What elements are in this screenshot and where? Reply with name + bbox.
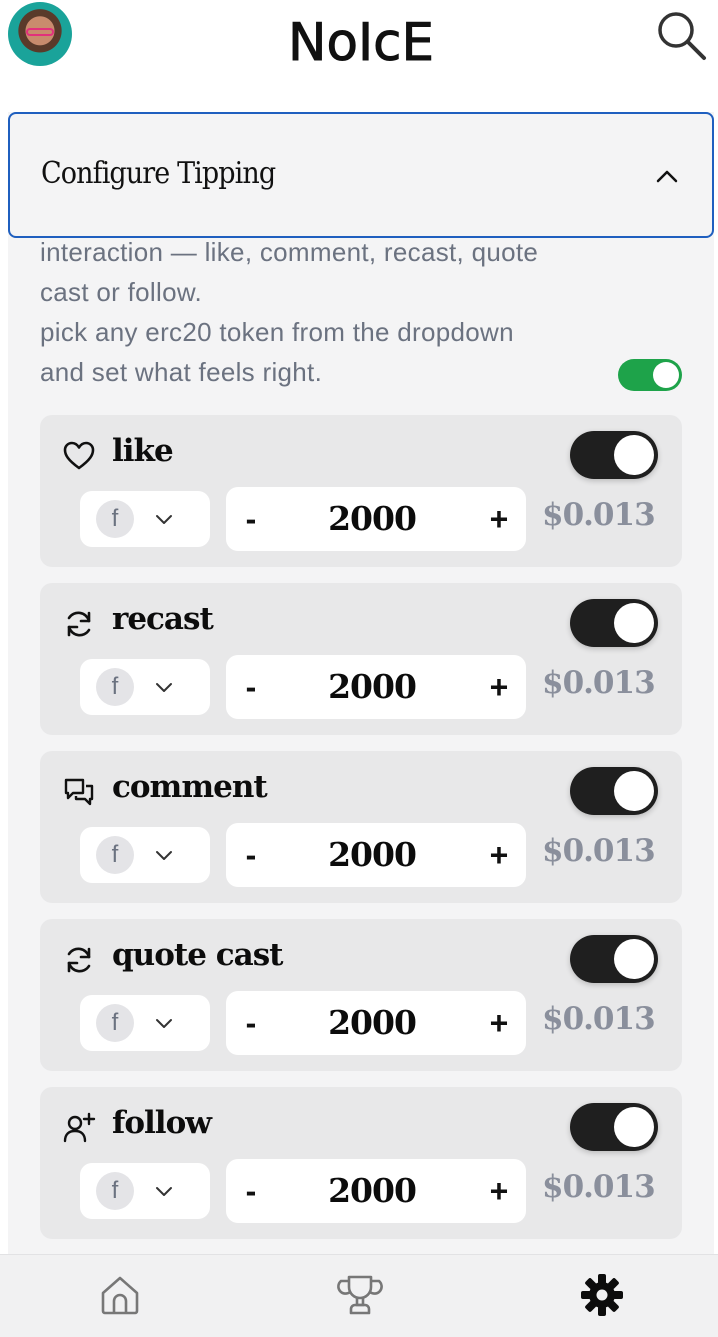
increment-button[interactable]: + (474, 823, 524, 887)
usd-value: $0.013 (542, 665, 656, 701)
toggle-knob (614, 435, 654, 475)
chevron-down-icon (156, 1019, 172, 1028)
tip-toggle-like[interactable] (570, 431, 658, 479)
decrement-button[interactable]: - (226, 655, 276, 719)
increment-button[interactable]: + (474, 991, 524, 1055)
tip-card-quote-cast: quote cast f - 2000 + $0.013 (40, 919, 682, 1071)
chevron-up-icon[interactable] (654, 164, 680, 190)
search-icon[interactable] (652, 6, 708, 62)
token-badge: f (96, 500, 134, 538)
toggle-knob (614, 1107, 654, 1147)
description-line: pick any erc20 token from the dropdown (40, 317, 514, 347)
description-line: and set what feels right. (40, 357, 323, 387)
settings-gear-icon[interactable] (578, 1271, 626, 1319)
panel-title: Configure Tipping (41, 156, 276, 191)
token-dropdown[interactable]: f (80, 827, 210, 883)
tipping-master-toggle[interactable] (618, 359, 682, 391)
amount-stepper: - 2000 + (226, 655, 526, 719)
tipping-panel: Configure Tipping interaction — like, co… (8, 112, 714, 1254)
avatar-glasses (26, 28, 54, 36)
tip-label: quote cast (112, 937, 283, 973)
increment-button[interactable]: + (474, 655, 524, 719)
recast-icon (67, 611, 91, 637)
tip-card-recast: recast f - 2000 + $0.013 (40, 583, 682, 735)
toggle-knob (614, 603, 654, 643)
amount-input[interactable]: 2000 (276, 655, 468, 719)
token-dropdown[interactable]: f (80, 659, 210, 715)
user-avatar[interactable] (8, 2, 72, 66)
chevron-down-icon (156, 683, 172, 692)
tip-card-comment: comment f - 2000 + $0.013 (40, 751, 682, 903)
increment-button[interactable]: + (474, 1159, 524, 1223)
amount-stepper: - 2000 + (226, 487, 526, 551)
token-badge: f (96, 1004, 134, 1042)
decrement-button[interactable]: - (226, 991, 276, 1055)
usd-value: $0.013 (542, 1001, 656, 1037)
token-badge: f (96, 836, 134, 874)
tip-label: like (112, 433, 174, 469)
follow-icon (63, 1112, 96, 1143)
comment-icon (64, 778, 94, 806)
description-line: cast or follow. (40, 277, 203, 307)
home-icon[interactable] (96, 1271, 144, 1319)
recast-icon (67, 947, 91, 973)
noice-logo: NoIcE (288, 13, 435, 74)
usd-value: $0.013 (542, 833, 656, 869)
usd-value: $0.013 (542, 497, 656, 533)
app-header: NoIcE (0, 0, 718, 110)
amount-input[interactable]: 2000 (276, 823, 468, 887)
token-dropdown[interactable]: f (80, 1163, 210, 1219)
amount-stepper: - 2000 + (226, 1159, 526, 1223)
increment-button[interactable]: + (474, 487, 524, 551)
description-line: interaction — like, comment, recast, quo… (40, 237, 539, 267)
usd-value: $0.013 (542, 1169, 656, 1205)
token-badge: f (96, 1172, 134, 1210)
tip-card-follow: follow f - 2000 + $0.013 (40, 1087, 682, 1239)
toggle-knob (614, 939, 654, 979)
tip-card-like: like f - 2000 + $0.013 (40, 415, 682, 567)
chevron-down-icon (156, 515, 172, 524)
toggle-knob (653, 362, 679, 388)
heart-icon (63, 441, 95, 470)
tipping-description: interaction — like, comment, recast, quo… (40, 232, 640, 392)
toggle-knob (614, 771, 654, 811)
amount-input[interactable]: 2000 (276, 991, 468, 1055)
token-dropdown[interactable]: f (80, 995, 210, 1051)
tip-toggle-comment[interactable] (570, 767, 658, 815)
trophy-icon[interactable] (336, 1271, 384, 1319)
tip-label: comment (112, 769, 268, 805)
amount-stepper: - 2000 + (226, 991, 526, 1055)
decrement-button[interactable]: - (226, 1159, 276, 1223)
tipping-panel-header[interactable]: Configure Tipping (8, 112, 714, 238)
token-badge: f (96, 668, 134, 706)
tip-toggle-quote-cast[interactable] (570, 935, 658, 983)
token-dropdown[interactable]: f (80, 491, 210, 547)
amount-input[interactable]: 2000 (276, 1159, 468, 1223)
tip-toggle-recast[interactable] (570, 599, 658, 647)
tip-toggle-follow[interactable] (570, 1103, 658, 1151)
chevron-down-icon (156, 851, 172, 860)
decrement-button[interactable]: - (226, 823, 276, 887)
amount-stepper: - 2000 + (226, 823, 526, 887)
tip-label: follow (112, 1105, 212, 1141)
decrement-button[interactable]: - (226, 487, 276, 551)
tip-label: recast (112, 601, 214, 637)
chevron-down-icon (156, 1187, 172, 1196)
amount-input[interactable]: 2000 (276, 487, 468, 551)
logo-text: NoIcE (288, 13, 434, 73)
bottom-nav (0, 1254, 718, 1337)
